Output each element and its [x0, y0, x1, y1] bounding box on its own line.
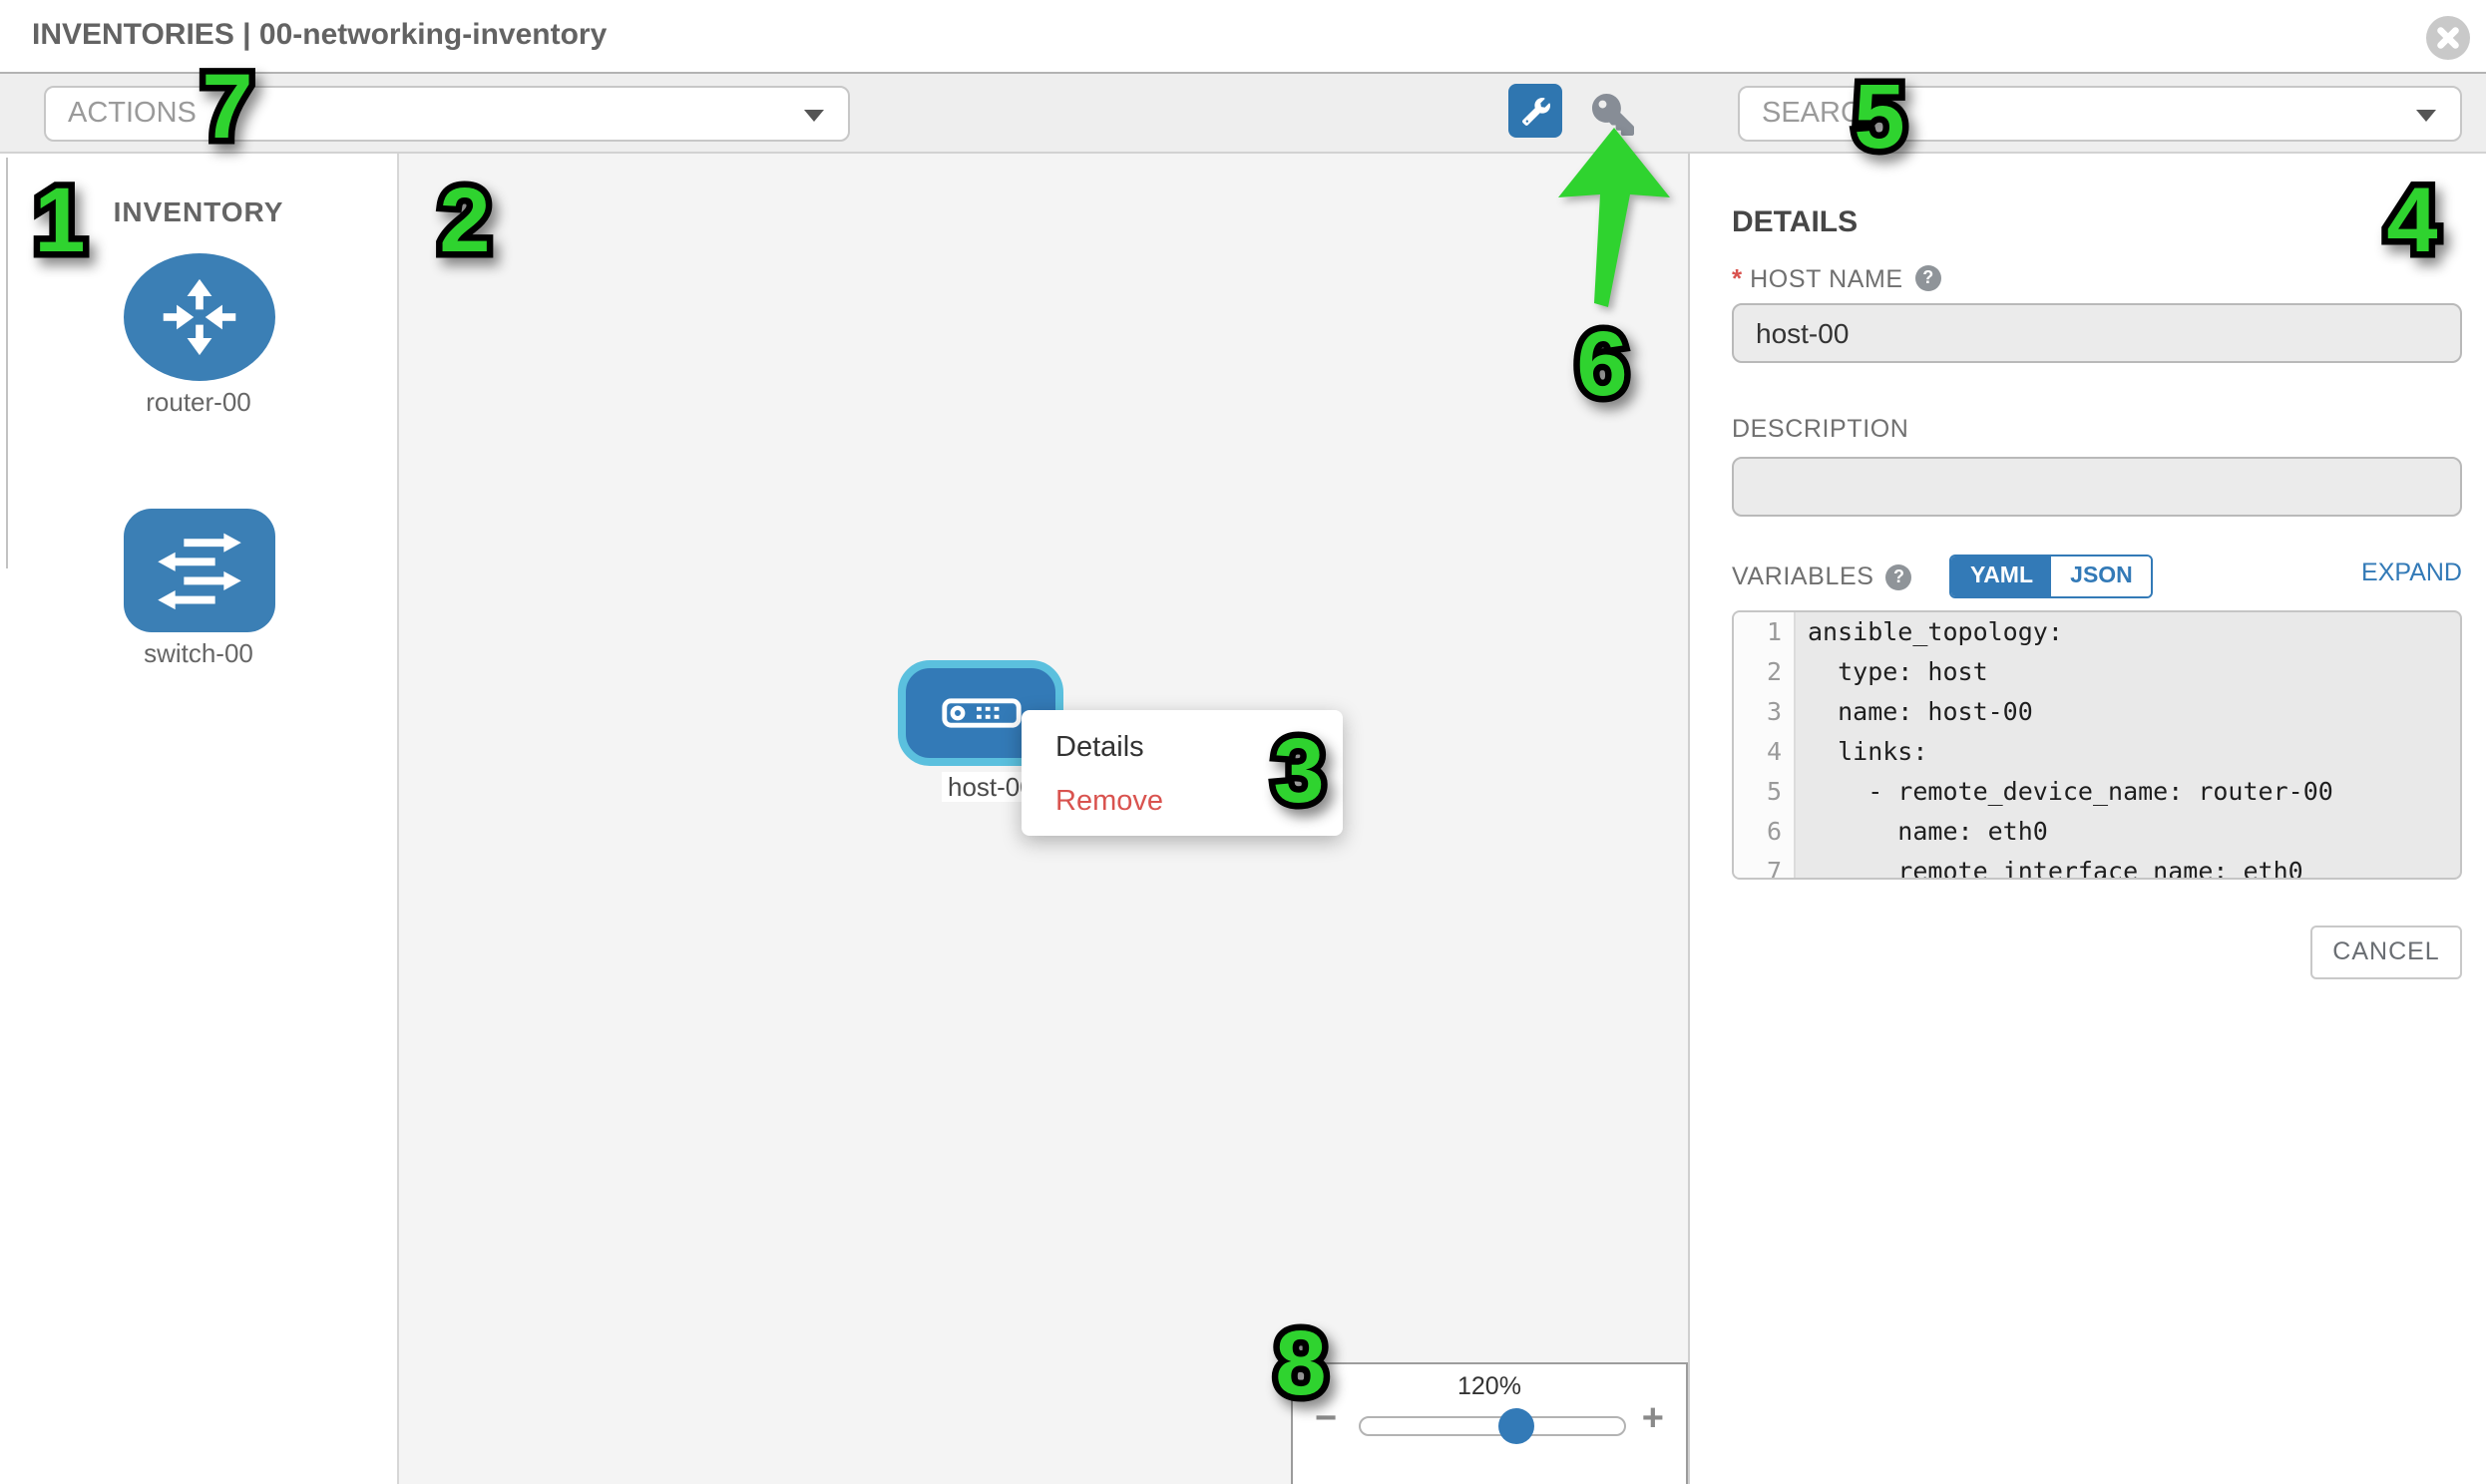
topology-canvas[interactable]: host-00 Details Remove 120% − +: [399, 154, 1690, 1484]
chevron-down-icon: [804, 110, 824, 122]
code-line: type: host: [1796, 652, 2460, 692]
switch-device-icon[interactable]: [124, 509, 275, 632]
zoom-slider-thumb[interactable]: [1498, 1408, 1534, 1444]
format-toggle: YAML JSON: [1950, 555, 2154, 598]
router-arrows-icon: [154, 275, 245, 359]
toolbar: ACTIONS SEARCH: [0, 74, 2486, 154]
code-line: name: eth0: [1796, 812, 2460, 852]
details-heading: DETAILS: [1732, 205, 1858, 239]
zoom-control: 120% − +: [1291, 1362, 1688, 1484]
router-device-icon[interactable]: [124, 253, 275, 381]
inventory-toolbox: INVENTORY router-00: [0, 154, 399, 1484]
page-title: INVENTORIES | 00-networking-inventory: [32, 0, 607, 72]
code-line: ansible_topology:: [1796, 612, 2460, 652]
line-number: 6: [1734, 812, 1794, 852]
chevron-down-icon: [2416, 110, 2436, 122]
description-row: DESCRIPTION: [1732, 415, 1908, 443]
help-icon[interactable]: ?: [1915, 265, 1941, 291]
switch-arrows-icon: [154, 531, 245, 610]
host-icon: [941, 698, 1021, 728]
close-icon[interactable]: [2426, 16, 2470, 60]
zoom-in-button[interactable]: +: [1642, 1398, 1664, 1442]
topology-inventory-screen: INVENTORIES | 00-networking-inventory AC…: [0, 0, 2486, 1484]
router-label: router-00: [0, 387, 397, 417]
required-asterisk: *: [1732, 263, 1742, 293]
line-number: 5: [1734, 772, 1794, 812]
wrench-icon: [1521, 97, 1549, 125]
actions-dropdown-label: ACTIONS: [68, 88, 197, 140]
cancel-button[interactable]: CANCEL: [2310, 926, 2462, 979]
code-line: links:: [1796, 732, 2460, 772]
context-menu-remove[interactable]: Remove: [1022, 776, 1343, 830]
code-line: name: host-00: [1796, 692, 2460, 732]
json-toggle-button[interactable]: JSON: [2052, 556, 2152, 596]
line-number: 3: [1734, 692, 1794, 732]
zoom-out-button[interactable]: −: [1315, 1398, 1337, 1442]
context-menu: Details Remove: [1022, 710, 1343, 836]
search-dropdown-label: SEARCH: [1762, 88, 1882, 140]
line-number: 4: [1734, 732, 1794, 772]
variables-label: VARIABLES: [1732, 562, 1874, 590]
editor-gutter: 1 2 3 4 5 6 7: [1734, 612, 1796, 880]
line-number: 2: [1734, 652, 1794, 692]
line-number: 1: [1734, 612, 1794, 652]
expand-link[interactable]: EXPAND: [2361, 558, 2462, 586]
host-name-input[interactable]: [1732, 303, 2462, 363]
variables-row: VARIABLES ? YAML JSON: [1732, 556, 2462, 596]
variables-code-editor[interactable]: 1 2 3 4 5 6 7 ansible_topology: type: ho…: [1732, 610, 2462, 880]
header-bar: INVENTORIES | 00-networking-inventory: [0, 0, 2486, 74]
help-icon[interactable]: ?: [1886, 563, 1912, 589]
zoom-level-label: 120%: [1293, 1372, 1686, 1400]
tools-button[interactable]: [1508, 84, 1562, 138]
host-name-label: HOST NAME: [1750, 264, 1903, 292]
description-label: DESCRIPTION: [1732, 415, 1908, 443]
actions-dropdown[interactable]: ACTIONS: [44, 86, 850, 142]
code-line: remote_interface_name: eth0: [1796, 852, 2460, 880]
key-button[interactable]: [1584, 88, 1640, 140]
details-panel: DETAILS * HOST NAME ? DESCRIPTION VARIAB…: [1690, 154, 2486, 1484]
line-number: 7: [1734, 852, 1794, 880]
host-name-row: * HOST NAME ?: [1732, 263, 1941, 293]
yaml-toggle-button[interactable]: YAML: [1952, 556, 2052, 596]
description-input[interactable]: [1732, 457, 2462, 517]
code-line: - remote_device_name: router-00: [1796, 772, 2460, 812]
key-icon: [1591, 93, 1633, 135]
editor-code: ansible_topology: type: host name: host-…: [1796, 612, 2460, 880]
search-dropdown[interactable]: SEARCH: [1738, 86, 2462, 142]
zoom-slider-track[interactable]: [1359, 1416, 1626, 1436]
inventory-heading: INVENTORY: [0, 195, 397, 227]
switch-label: switch-00: [0, 638, 397, 668]
context-menu-details[interactable]: Details: [1022, 722, 1343, 776]
